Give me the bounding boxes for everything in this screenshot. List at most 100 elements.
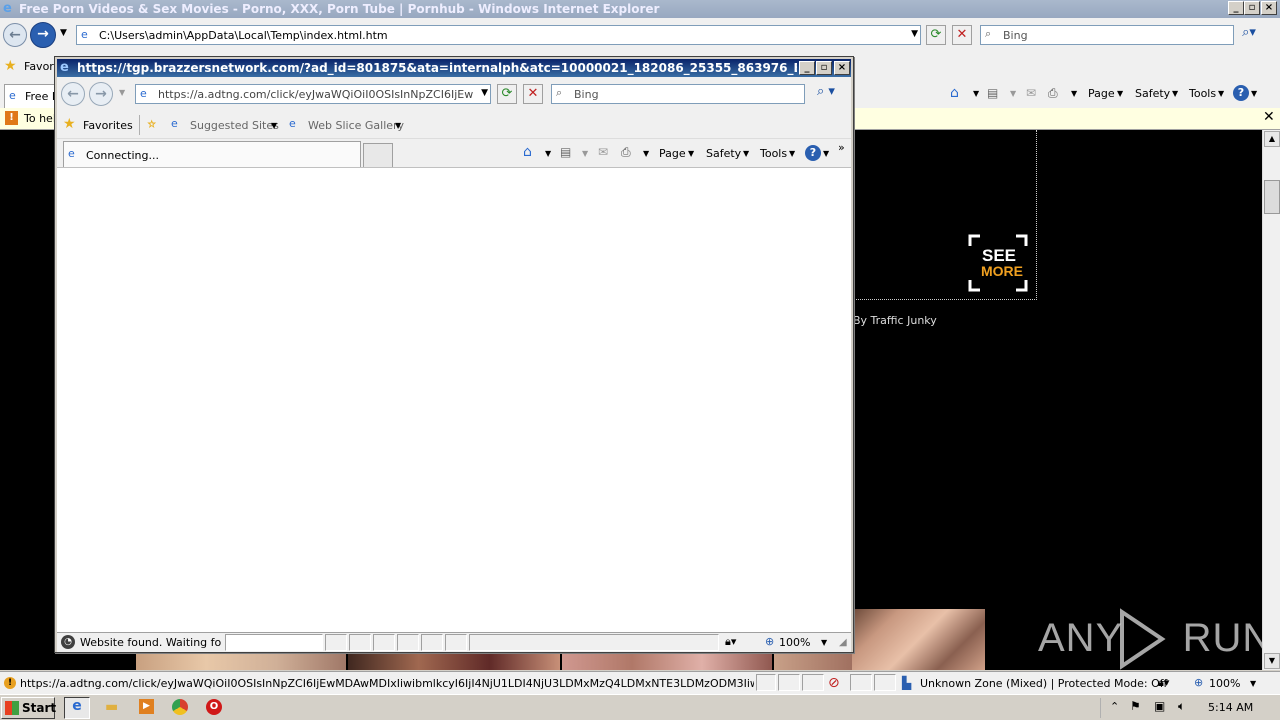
print-icon[interactable]: ⎙ — [1048, 86, 1058, 101]
main-zoom-level[interactable]: 100% — [1209, 677, 1240, 690]
address-bar[interactable]: e C:\Users\admin\AppData\Local\Temp\inde… — [76, 25, 921, 45]
volume-icon[interactable]: 🔈︎ — [1178, 699, 1185, 714]
search-button[interactable]: ⌕▾ — [1238, 25, 1260, 45]
popup-stop-button[interactable]: ✕ — [523, 84, 543, 104]
popup-help-dropdown-icon[interactable]: ▼ — [823, 149, 829, 158]
favorites-label[interactable]: Favori — [24, 60, 57, 73]
popup-minimize-button[interactable]: _ — [799, 61, 815, 75]
refresh-button[interactable]: ⟳ — [926, 25, 946, 45]
infobar-close-icon[interactable]: ✕ — [1263, 109, 1275, 125]
popup-search-button[interactable]: ⌕ ▾ — [809, 84, 843, 104]
popup-zoom-level[interactable]: 100% — [779, 636, 810, 649]
security-lock-icon[interactable]: 🔒︎▾ — [1158, 676, 1169, 690]
taskbar-ie-button[interactable]: e — [64, 697, 90, 719]
popup-zoom-icon[interactable]: ⊕ — [765, 635, 774, 648]
popup-safety-menu[interactable]: Safety — [706, 147, 741, 160]
popup-status-text: Website found. Waiting for re — [80, 636, 222, 649]
forward-button[interactable]: → — [30, 22, 56, 48]
popup-back-button[interactable]: ← — [61, 82, 85, 106]
folder-icon[interactable]: ▬ — [105, 699, 118, 715]
popup-address-dropdown-icon[interactable]: ▼ — [481, 88, 488, 98]
popup-ie-logo-icon: e — [60, 60, 69, 75]
popup-tab[interactable]: e Connecting... — [63, 141, 361, 167]
suggested-sites-link[interactable]: Suggested Sites — [190, 119, 279, 132]
video-thumbnail[interactable] — [852, 609, 985, 670]
chrome-icon[interactable] — [172, 699, 188, 715]
popup-blocked-icon[interactable]: ⊘ — [828, 675, 840, 691]
popup-mail-icon[interactable]: ✉ — [598, 145, 608, 159]
opera-icon[interactable]: O — [206, 699, 222, 715]
popup-home-dropdown-icon[interactable]: ▼ — [545, 149, 551, 158]
home-icon[interactable]: ⌂ — [950, 85, 959, 101]
action-center-flag-icon[interactable]: ⚑ — [1130, 699, 1141, 713]
tools-menu[interactable]: Tools — [1189, 87, 1216, 100]
zone-text[interactable]: Unknown Zone (Mixed) | Protected Mode: O… — [920, 677, 1167, 690]
safety-menu[interactable]: Safety — [1135, 87, 1170, 100]
ad-attribution[interactable]: By Traffic Junky — [853, 314, 937, 327]
close-button[interactable]: × — [1261, 1, 1277, 15]
feeds-dropdown-icon[interactable]: ▼ — [1010, 89, 1016, 98]
popup-favorites-star-icon[interactable]: ★ — [63, 116, 76, 132]
popup-maximize-button[interactable]: ▫ — [816, 61, 832, 75]
nav-dropdown-icon[interactable]: ▼ — [60, 28, 67, 38]
popup-title-bar: e https://tgp.brazzersnetwork.com/?ad_id… — [57, 59, 851, 77]
media-player-icon[interactable]: ▶ — [139, 699, 154, 714]
popup-feeds-icon[interactable]: ▤ — [560, 145, 571, 159]
new-tab-button[interactable] — [363, 143, 393, 167]
maximize-button[interactable]: ▫ — [1244, 1, 1260, 15]
mail-icon[interactable]: ✉ — [1026, 86, 1036, 100]
favorites-star-icon[interactable]: ★ — [4, 58, 17, 74]
video-thumbnail[interactable] — [774, 653, 852, 670]
zoom-icon[interactable]: ⊕ — [1194, 676, 1203, 689]
popup-security-icon[interactable]: 🔒︎▾ — [725, 635, 736, 649]
clock[interactable]: 5:14 AM — [1208, 701, 1253, 714]
see-more-button[interactable]: SEE MORE — [968, 234, 1028, 292]
add-favorites-icon[interactable]: ⭐︎ — [147, 116, 156, 132]
popup-favorites-label[interactable]: Favorites — [83, 119, 133, 132]
scroll-thumb[interactable] — [1264, 180, 1280, 214]
popup-address-bar[interactable]: e https://a.adtng.com/click/eyJwaWQiOiI0… — [135, 84, 491, 104]
main-scrollbar[interactable]: ▲ ▼ — [1262, 130, 1280, 670]
stop-button[interactable]: ✕ — [952, 25, 972, 45]
home-dropdown-icon[interactable]: ▼ — [973, 89, 979, 98]
popup-help-icon[interactable]: ? — [805, 145, 821, 161]
web-slice-gallery-link[interactable]: Web Slice Gallery — [308, 119, 404, 132]
start-button[interactable]: Start — [1, 697, 56, 719]
popup-forward-button[interactable]: → — [89, 82, 113, 106]
network-icon[interactable]: ▣ — [1154, 699, 1165, 713]
popup-search-input[interactable]: ⌕ Bing — [551, 84, 805, 104]
page-menu[interactable]: Page — [1088, 87, 1115, 100]
chevron-more-icon[interactable]: » — [838, 141, 845, 154]
popup-nav-dropdown-icon[interactable]: ▼ — [119, 88, 125, 97]
help-icon[interactable]: ? — [1233, 85, 1249, 101]
back-button[interactable]: ← — [3, 23, 27, 47]
feeds-icon[interactable]: ▤ — [987, 86, 998, 100]
popup-close-button[interactable]: × — [834, 61, 850, 75]
status-cell — [373, 634, 395, 651]
search-input[interactable]: ⌕ Bing — [980, 25, 1234, 45]
tab-ie-icon: e — [9, 89, 16, 102]
address-dropdown-icon[interactable]: ▼ — [911, 29, 918, 39]
popup-refresh-button[interactable]: ⟳ — [497, 84, 517, 104]
popup-zoom-dropdown-icon[interactable]: ▼ — [821, 638, 827, 647]
resize-grip-icon[interactable]: ◢ — [839, 637, 847, 648]
video-thumbnail[interactable] — [348, 653, 560, 670]
zoom-dropdown-icon[interactable]: ▼ — [1250, 679, 1256, 688]
help-dropdown-icon[interactable]: ▼ — [1251, 89, 1257, 98]
main-nav-bar: ← → ▼ e C:\Users\admin\AppData\Local\Tem… — [0, 18, 1280, 54]
tray-expand-icon[interactable]: ⌃ — [1110, 700, 1119, 713]
popup-print-icon[interactable]: ⎙ — [621, 145, 631, 160]
video-thumbnail[interactable] — [136, 653, 346, 670]
print-dropdown-icon[interactable]: ▼ — [1071, 89, 1077, 98]
popup-feeds-dropdown-icon[interactable]: ▼ — [582, 149, 588, 158]
scroll-down-arrow-icon[interactable]: ▼ — [1264, 653, 1280, 669]
scroll-up-arrow-icon[interactable]: ▲ — [1264, 131, 1280, 147]
minimize-button[interactable]: _ — [1228, 1, 1244, 15]
popup-print-dropdown-icon[interactable]: ▼ — [643, 149, 649, 158]
status-cell — [225, 634, 323, 651]
popup-search-placeholder: Bing — [574, 88, 599, 101]
video-thumbnail[interactable] — [562, 653, 772, 670]
popup-tools-menu[interactable]: Tools — [760, 147, 787, 160]
popup-page-menu[interactable]: Page — [659, 147, 686, 160]
popup-home-icon[interactable]: ⌂ — [523, 144, 532, 160]
